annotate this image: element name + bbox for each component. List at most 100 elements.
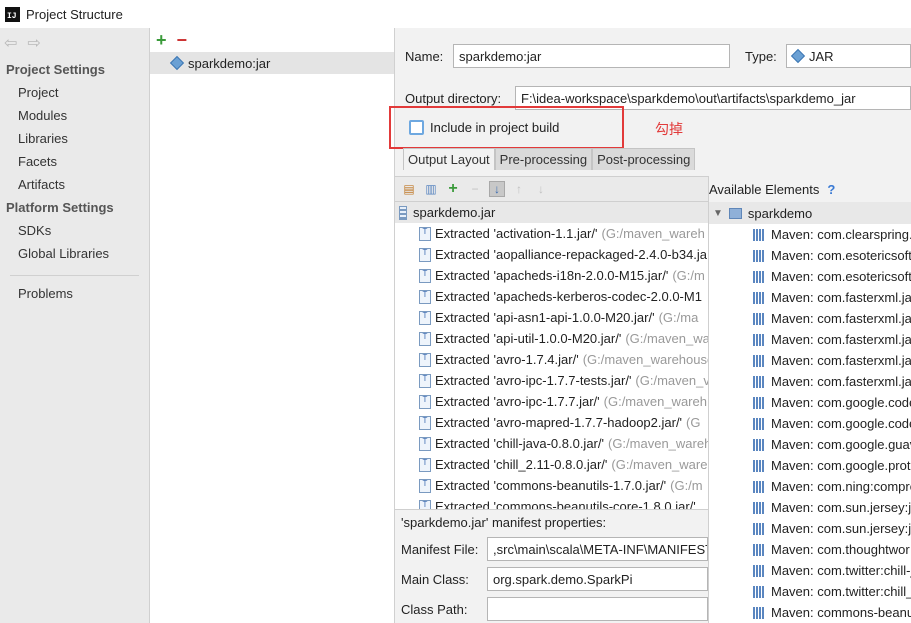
- layout-tree-row[interactable]: T Extracted 'avro-ipc-1.7.7.jar/' (G:/mav…: [395, 391, 708, 412]
- layout-tree-row[interactable]: T Extracted 'activation-1.1.jar/' (G:/mav…: [395, 223, 708, 244]
- layout-tree-row[interactable]: T Extracted 'commons-beanutils-1.7.0.jar/…: [395, 475, 708, 496]
- available-library-item[interactable]: Maven: com.esotericsoft: [709, 245, 911, 266]
- artifact-item-label: sparkdemo:jar: [188, 55, 271, 71]
- available-library-item[interactable]: Maven: com.sun.jersey:je: [709, 497, 911, 518]
- sidebar-item-global-libraries[interactable]: Global Libraries: [0, 242, 149, 265]
- layout-tabs: Output Layout Pre-processing Post-proces…: [403, 148, 696, 170]
- layout-tree-row[interactable]: T Extracted 'commons-beanutils-core-1.8.0…: [395, 496, 708, 509]
- type-select[interactable]: JAR: [786, 44, 911, 68]
- class-path-input[interactable]: [487, 597, 708, 621]
- layout-tree-row-path: (G:/ma: [658, 310, 699, 325]
- layout-tree-row-path: (G:/maven_wareh: [607, 436, 708, 451]
- available-library-item[interactable]: Maven: com.twitter:chill_2: [709, 581, 911, 602]
- remove-element-icon[interactable]: −: [467, 181, 483, 197]
- layout-tree-row-name: Extracted 'chill_2.11-0.8.0.jar/': [435, 457, 608, 472]
- layout-tree-row[interactable]: T Extracted 'chill_2.11-0.8.0.jar/' (G:/m…: [395, 454, 708, 475]
- library-icon: [753, 396, 765, 409]
- layout-tree-row-name: Extracted 'chill-java-0.8.0.jar/': [435, 436, 604, 451]
- expand-triangle-icon[interactable]: ▼: [713, 208, 723, 219]
- layout-tree-row[interactable]: T Extracted 'apacheds-kerberos-codec-2.0.…: [395, 286, 708, 307]
- available-library-item[interactable]: Maven: com.twitter:chill-j: [709, 560, 911, 581]
- layout-tree-row[interactable]: T Extracted 'avro-ipc-1.7.7-tests.jar/' (…: [395, 370, 708, 391]
- available-library-item[interactable]: Maven: com.esotericsoft: [709, 266, 911, 287]
- tab-post-processing[interactable]: Post-processing: [592, 148, 696, 170]
- include-in-build-row[interactable]: Include in project build: [409, 120, 559, 135]
- type-select-value: JAR: [809, 48, 834, 64]
- available-library-item[interactable]: Maven: com.thoughtwor: [709, 539, 911, 560]
- extracted-archive-icon: T: [419, 478, 431, 493]
- move-down-icon[interactable]: ↓: [533, 181, 549, 197]
- extracted-archive-icon: T: [419, 226, 431, 241]
- move-up-icon[interactable]: ↑: [511, 181, 527, 197]
- create-directory-icon[interactable]: ▤: [401, 181, 417, 197]
- tab-output-layout[interactable]: Output Layout: [403, 148, 495, 170]
- layout-tree-row[interactable]: T Extracted 'api-asn1-api-1.0.0-M20.jar/'…: [395, 307, 708, 328]
- artifacts-list-panel: + − sparkdemo:jar: [150, 28, 395, 623]
- available-elements-panel: Available Elements ? ▼ sparkdemo Maven: …: [708, 176, 911, 623]
- available-library-label: Maven: com.google.guav: [771, 437, 911, 452]
- available-library-item[interactable]: Maven: com.ning:compre: [709, 476, 911, 497]
- available-library-item[interactable]: Maven: com.fasterxml.jac: [709, 308, 911, 329]
- library-icon: [753, 333, 765, 346]
- sidebar-item-artifacts[interactable]: Artifacts: [0, 173, 149, 196]
- back-arrow-icon[interactable]: ⇦: [4, 33, 17, 53]
- manifest-file-input[interactable]: ,src\main\scala\META-INF\MANIFEST: [487, 537, 708, 561]
- layout-tree-row-path: (G: [686, 415, 701, 430]
- available-root-module[interactable]: ▼ sparkdemo: [709, 202, 911, 224]
- sidebar-item-sdks[interactable]: SDKs: [0, 219, 149, 242]
- remove-icon[interactable]: −: [177, 31, 188, 49]
- nav-arrows: ⇦ ⇨: [0, 28, 149, 58]
- sidebar-item-problems[interactable]: Problems: [0, 282, 149, 305]
- available-library-item[interactable]: Maven: com.sun.jersey:je: [709, 518, 911, 539]
- layout-tree-row-path: (G:/maven_wareh: [611, 457, 708, 472]
- name-input[interactable]: sparkdemo:jar: [453, 44, 730, 68]
- sidebar-item-facets[interactable]: Facets: [0, 150, 149, 173]
- available-library-item[interactable]: Maven: com.fasterxml.jac: [709, 371, 911, 392]
- available-library-item[interactable]: Maven: com.fasterxml.jac: [709, 329, 911, 350]
- layout-tree-row[interactable]: T Extracted 'api-util-1.0.0-M20.jar/' (G:…: [395, 328, 708, 349]
- available-library-item[interactable]: Maven: com.google.code: [709, 392, 911, 413]
- module-folder-icon: [728, 207, 742, 219]
- available-library-item[interactable]: Maven: com.clearspring.: [709, 224, 911, 245]
- sort-elements-icon[interactable]: ↓: [489, 181, 505, 197]
- available-library-item[interactable]: Maven: com.google.code: [709, 413, 911, 434]
- available-library-label: Maven: com.fasterxml.jac: [771, 290, 911, 305]
- layout-tree-row-name: Extracted 'activation-1.1.jar/': [435, 226, 598, 241]
- available-library-item[interactable]: Maven: commons-beanu: [709, 602, 911, 623]
- library-icon: [753, 501, 765, 514]
- library-icon: [753, 606, 765, 619]
- tab-pre-processing[interactable]: Pre-processing: [494, 148, 593, 170]
- extracted-archive-icon: T: [419, 415, 431, 430]
- main-class-input[interactable]: org.spark.demo.SparkPi: [487, 567, 708, 591]
- layout-tree-row[interactable]: T Extracted 'chill-java-0.8.0.jar/' (G:/m…: [395, 433, 708, 454]
- include-in-build-label: Include in project build: [430, 120, 560, 135]
- include-in-build-checkbox[interactable]: [409, 120, 424, 135]
- artifact-item[interactable]: sparkdemo:jar: [150, 52, 394, 74]
- help-icon[interactable]: ?: [827, 182, 835, 197]
- create-archive-icon[interactable]: ▥: [423, 181, 439, 197]
- available-library-item[interactable]: Maven: com.fasterxml.jac: [709, 350, 911, 371]
- class-path-label: Class Path:: [401, 602, 468, 617]
- extracted-archive-icon: T: [419, 331, 431, 346]
- layout-tree-row[interactable]: T Extracted 'avro-1.7.4.jar/' (G:/maven_w…: [395, 349, 708, 370]
- layout-tree-row-name: Extracted 'avro-ipc-1.7.7.jar/': [435, 394, 600, 409]
- sidebar-item-modules[interactable]: Modules: [0, 104, 149, 127]
- forward-arrow-icon[interactable]: ⇨: [27, 33, 40, 53]
- add-element-icon[interactable]: +: [445, 180, 461, 197]
- sidebar-item-libraries[interactable]: Libraries: [0, 127, 149, 150]
- available-library-label: Maven: com.fasterxml.jac: [771, 374, 911, 389]
- tree-root-jar[interactable]: sparkdemo.jar: [395, 202, 708, 223]
- extracted-archive-icon: T: [419, 310, 431, 325]
- layout-tree-row[interactable]: T Extracted 'avro-mapred-1.7.7-hadoop2.ja…: [395, 412, 708, 433]
- artifact-config-panel: Name: sparkdemo:jar Type: JAR Output dir…: [389, 28, 911, 623]
- layout-tree-row[interactable]: T Extracted 'aopalliance-repackaged-2.4.0…: [395, 244, 708, 265]
- available-library-item[interactable]: Maven: com.google.guav: [709, 434, 911, 455]
- sidebar-item-project[interactable]: Project: [0, 81, 149, 104]
- available-library-item[interactable]: Maven: com.fasterxml.jac: [709, 287, 911, 308]
- jar-artifact-icon: [169, 55, 185, 71]
- add-icon[interactable]: +: [156, 31, 167, 49]
- layout-tree-row[interactable]: T Extracted 'apacheds-i18n-2.0.0-M15.jar/…: [395, 265, 708, 286]
- layout-tree-row-name: Extracted 'avro-ipc-1.7.7-tests.jar/': [435, 373, 632, 388]
- window-title: Project Structure: [26, 6, 123, 22]
- available-library-item[interactable]: Maven: com.google.prot: [709, 455, 911, 476]
